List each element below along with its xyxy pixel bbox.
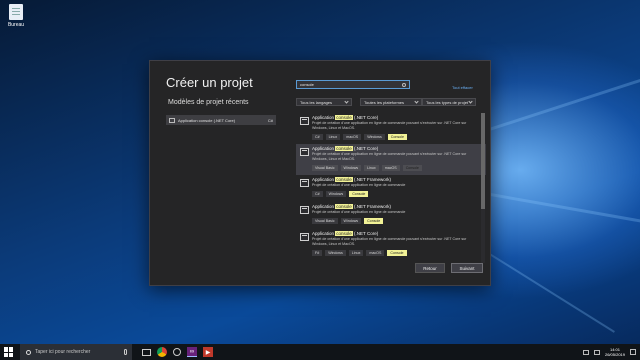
chevron-down-icon [468, 98, 473, 104]
template-tags: C# Windows Console [312, 191, 369, 197]
task-view-icon[interactable] [142, 348, 151, 356]
template-tag: Visual Basic [312, 218, 338, 224]
template-description: Projet de création d'une application en … [312, 210, 406, 214]
taskbar: Taper ici pour rechercher ∞ ▶ 14:01 26/0… [0, 344, 640, 360]
template-tag: F# [312, 250, 323, 256]
scrollbar-thumb[interactable] [481, 113, 485, 209]
video-editor-icon[interactable]: ▶ [203, 347, 213, 357]
recent-template-item[interactable]: Application console (.NET Core) C# [166, 115, 276, 125]
template-name: Application console (.NET Core) [312, 146, 379, 151]
taskbar-clock[interactable]: 14:01 26/05/2019 [605, 347, 625, 357]
template-item-selected[interactable]: Application console (.NET Core) Projet d… [296, 144, 486, 175]
project-type-filter-value: Tous les types de projet [426, 99, 469, 105]
template-description: Projet de création d'une application en … [312, 121, 467, 130]
windows-start-icon[interactable] [4, 347, 14, 357]
template-tags: Visual Basic Windows Linux macOS Console [312, 165, 422, 171]
search-icon [26, 349, 31, 355]
template-item[interactable]: Application console (.NET Core) Projet d… [296, 229, 486, 260]
clear-all-link[interactable]: Tout effacer [452, 85, 473, 90]
template-description: Projet de création d'une application en … [312, 152, 467, 161]
clear-search-icon[interactable] [402, 82, 406, 87]
console-app-icon [300, 233, 309, 241]
console-app-icon [169, 117, 175, 123]
template-tag: C# [312, 134, 323, 140]
network-icon[interactable] [582, 349, 589, 355]
template-description: Projet de création d'une application en … [312, 237, 467, 246]
desktop-shortcut-label: Bureau [7, 22, 25, 28]
template-name: Application console (.NET Framework) [312, 177, 391, 182]
template-item[interactable]: Application console (.NET Framework) Pro… [296, 175, 486, 202]
chevron-down-icon [344, 98, 349, 104]
chevron-down-icon [414, 98, 419, 104]
language-filter-value: Tous les langages [300, 99, 333, 105]
template-item[interactable]: Application console (.NET Core) Projet d… [296, 113, 486, 144]
template-tag: Linux [364, 165, 379, 171]
console-app-icon [300, 117, 309, 125]
platform-filter-dropdown[interactable]: Toutes les plateformes [360, 98, 422, 106]
template-item[interactable]: Application console (.NET Framework) Pro… [296, 202, 486, 229]
microphone-icon[interactable] [124, 349, 127, 355]
recent-template-name: Application console (.NET Core) [178, 117, 236, 123]
template-tags: C# Linux macOS Windows Console [312, 134, 407, 140]
platform-filter-value: Toutes les plateformes [364, 99, 405, 105]
template-tag: macOS [366, 250, 385, 256]
console-app-icon [300, 179, 309, 187]
taskbar-search-placeholder: Taper ici pour rechercher [35, 349, 91, 355]
search-input-value: console [300, 82, 314, 87]
notification-center-icon[interactable] [630, 349, 636, 355]
create-project-dialog: Créer un projet Modèles de projet récent… [149, 60, 491, 286]
template-list: Application console (.NET Core) Projet d… [296, 113, 486, 263]
template-tags: F# Windows Linux macOS Console [312, 250, 407, 256]
template-tag: Linux [348, 250, 364, 256]
volume-icon[interactable] [593, 349, 600, 355]
template-tag: Console [387, 250, 407, 256]
system-tray: 14:01 26/05/2019 [582, 347, 640, 357]
template-name: Application console (.NET Core) [312, 231, 379, 236]
dialog-title: Créer un projet [166, 75, 253, 90]
template-tag: Visual Basic [312, 165, 338, 171]
template-tag: Console [387, 134, 407, 140]
visual-studio-icon[interactable]: ∞ [187, 347, 197, 357]
recent-template-language: C# [267, 117, 273, 123]
language-filter-dropdown[interactable]: Tous les langages [296, 98, 352, 106]
template-name: Application console (.NET Core) [312, 115, 379, 120]
template-tag: Windows [364, 134, 385, 140]
template-tag: Console [364, 218, 384, 224]
taskbar-apps: ∞ ▶ [142, 347, 213, 357]
template-tag: macOS [343, 134, 362, 140]
template-tag: Windows [340, 165, 362, 171]
template-search-input[interactable]: console [296, 80, 410, 89]
back-button[interactable]: Retour [415, 263, 445, 273]
template-tag: Linux [325, 134, 341, 140]
project-type-filter-dropdown[interactable]: Tous les types de projet [422, 98, 476, 106]
template-tag: Console [402, 165, 422, 171]
template-list-scrollbar[interactable] [481, 113, 485, 263]
console-app-icon [300, 206, 309, 214]
template-name: Application console (.NET Framework) [312, 204, 391, 209]
next-button[interactable]: Suivant [451, 263, 483, 273]
taskbar-search-box[interactable]: Taper ici pour rechercher [20, 344, 132, 360]
template-tags: Visual Basic Windows Console [312, 218, 384, 224]
template-description: Projet de création d'une application en … [312, 183, 406, 187]
recent-templates-heading: Modèles de projet récents [168, 99, 249, 106]
console-app-icon [300, 148, 309, 156]
template-tag: Windows [325, 191, 347, 197]
desktop: Bureau Créer un projet Modèles de projet… [0, 0, 640, 344]
template-tag: Windows [325, 250, 346, 256]
steam-icon[interactable] [173, 348, 181, 356]
clock-date: 26/05/2019 [604, 352, 625, 357]
template-tag: Windows [340, 218, 362, 224]
folder-icon [9, 4, 23, 20]
chrome-icon[interactable] [157, 347, 167, 357]
desktop-shortcut-bureau[interactable]: Bureau [4, 4, 28, 28]
template-tag: C# [312, 191, 323, 197]
template-tag: Console [349, 191, 369, 197]
template-tag: macOS [381, 165, 400, 171]
